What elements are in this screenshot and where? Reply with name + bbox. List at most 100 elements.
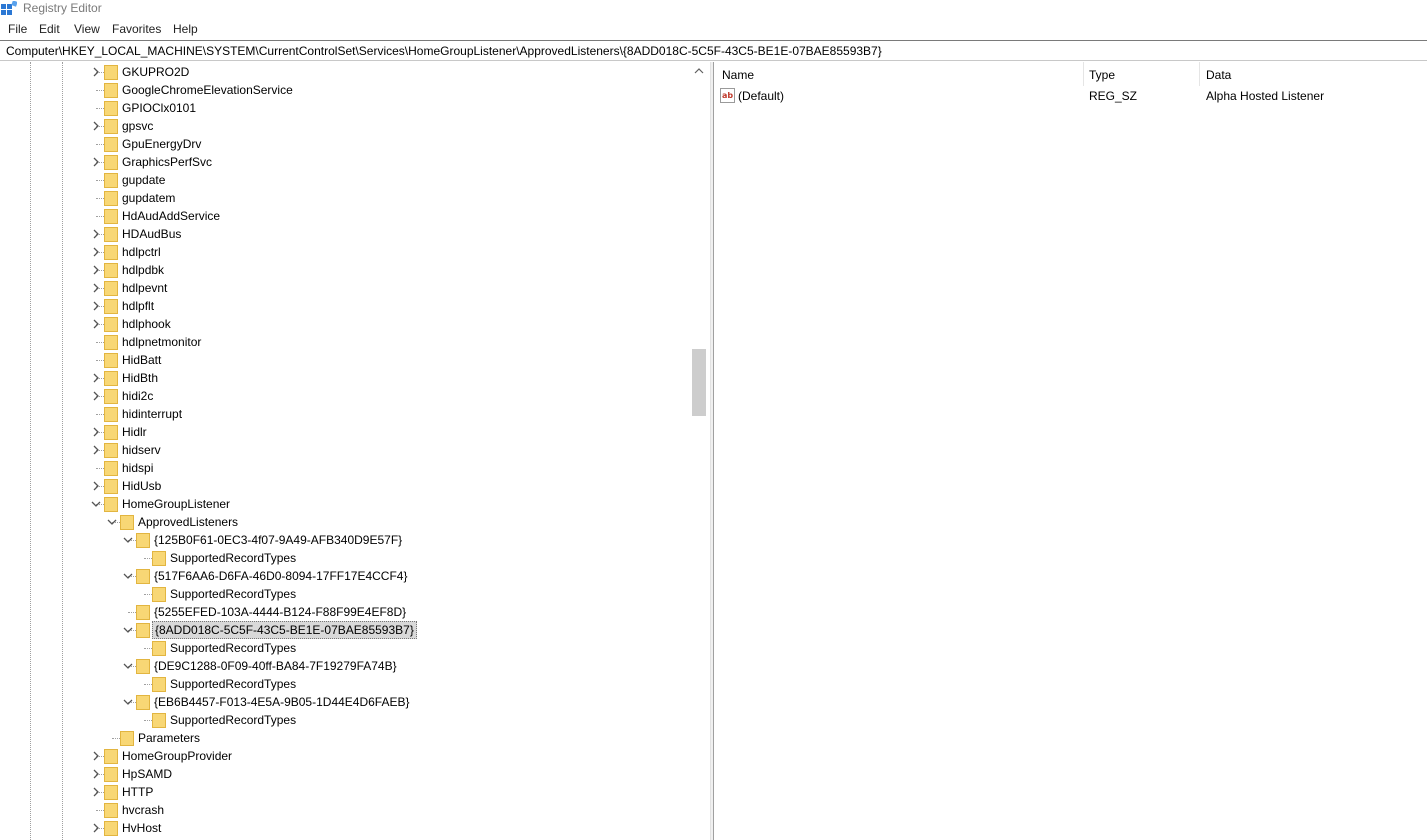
tree-node-label[interactable]: hvcrash [120, 803, 166, 817]
menu-edit[interactable]: Edit [39, 22, 60, 36]
tree-node-label[interactable]: HomeGroupListener [120, 497, 232, 511]
chevron-right-icon[interactable] [90, 300, 102, 312]
tree-node-label[interactable]: GoogleChromeElevationService [120, 83, 295, 97]
tree-node-label[interactable]: Hidlr [120, 425, 149, 439]
tree-node[interactable]: hdlpdbk [0, 261, 690, 279]
tree-node[interactable]: HpSAMD [0, 765, 690, 783]
tree-node[interactable]: Parameters [0, 729, 690, 747]
chevron-right-icon[interactable] [90, 246, 102, 258]
tree-node-label[interactable]: ApprovedListeners [136, 515, 240, 529]
chevron-right-icon[interactable] [90, 390, 102, 402]
chevron-right-icon[interactable] [90, 480, 102, 492]
tree-node[interactable]: HidBatt [0, 351, 690, 369]
tree-node-label[interactable]: hidinterrupt [120, 407, 184, 421]
tree-node-label[interactable]: HvHost [120, 821, 163, 835]
menu-view[interactable]: View [74, 22, 100, 36]
tree-node-label[interactable]: {EB6B4457-F013-4E5A-9B05-1D44E4D6FAEB} [152, 695, 412, 709]
tree-node[interactable]: {8ADD018C-5C5F-43C5-BE1E-07BAE85593B7} [0, 621, 690, 639]
tree-node[interactable]: GoogleChromeElevationService [0, 81, 690, 99]
tree-node[interactable]: hidspi [0, 459, 690, 477]
chevron-right-icon[interactable] [90, 426, 102, 438]
tree-node[interactable]: HdAudAddService [0, 207, 690, 225]
values-list[interactable]: Name Type Data ab (Default) REG_SZ Alpha… [714, 62, 1427, 840]
chevron-down-icon[interactable] [122, 624, 134, 636]
tree-node[interactable]: gpsvc [0, 117, 690, 135]
tree-node[interactable]: HidBth [0, 369, 690, 387]
tree-node[interactable]: HvHost [0, 819, 690, 837]
tree-node[interactable]: HomeGroupListener [0, 495, 690, 513]
column-header-data[interactable]: Data [1198, 62, 1427, 86]
chevron-right-icon[interactable] [90, 372, 102, 384]
tree-node-label[interactable]: HidBatt [120, 353, 163, 367]
tree-node-label[interactable]: hidi2c [120, 389, 155, 403]
chevron-right-icon[interactable] [90, 120, 102, 132]
address-path[interactable]: Computer\HKEY_LOCAL_MACHINE\SYSTEM\Curre… [6, 44, 882, 58]
chevron-right-icon[interactable] [90, 264, 102, 276]
tree-node-label[interactable]: GraphicsPerfSvc [120, 155, 214, 169]
tree-node-label[interactable]: {125B0F61-0EC3-4f07-9A49-AFB340D9E57F} [152, 533, 404, 547]
tree-node-label[interactable]: gpsvc [120, 119, 155, 133]
tree-node-label[interactable]: SupportedRecordTypes [168, 551, 298, 565]
scroll-thumb[interactable] [692, 349, 706, 416]
chevron-right-icon[interactable] [90, 282, 102, 294]
tree-node-label[interactable]: HTTP [120, 785, 155, 799]
tree-node-label[interactable]: GPIOClx0101 [120, 101, 198, 115]
tree-node[interactable]: HDAudBus [0, 225, 690, 243]
tree-node[interactable]: SupportedRecordTypes [0, 711, 690, 729]
tree-node[interactable]: hidinterrupt [0, 405, 690, 423]
chevron-right-icon[interactable] [90, 156, 102, 168]
value-row[interactable]: ab (Default) REG_SZ Alpha Hosted Listene… [714, 87, 1427, 105]
tree-node[interactable]: ApprovedListeners [0, 513, 690, 531]
tree-node-label[interactable]: hdlpdbk [120, 263, 166, 277]
tree-node-label[interactable]: gupdate [120, 173, 167, 187]
tree-node-label[interactable]: HomeGroupProvider [120, 749, 234, 763]
tree-node[interactable]: hidserv [0, 441, 690, 459]
tree-node[interactable]: hidi2c [0, 387, 690, 405]
tree-node[interactable]: SupportedRecordTypes [0, 549, 690, 567]
tree-node-label[interactable]: HdAudAddService [120, 209, 222, 223]
tree-node-label[interactable]: GKUPRO2D [120, 65, 191, 79]
menu-favorites[interactable]: Favorites [112, 22, 161, 36]
tree-node[interactable]: gupdatem [0, 189, 690, 207]
tree-node[interactable]: {DE9C1288-0F09-40ff-BA84-7F19279FA74B} [0, 657, 690, 675]
chevron-down-icon[interactable] [122, 696, 134, 708]
chevron-down-icon[interactable] [122, 570, 134, 582]
chevron-right-icon[interactable] [90, 786, 102, 798]
tree-node[interactable]: {517F6AA6-D6FA-46D0-8094-17FF17E4CCF4} [0, 567, 690, 585]
key-tree[interactable]: GKUPRO2D GoogleChromeElevationService GPIO… [0, 62, 710, 840]
chevron-right-icon[interactable] [90, 822, 102, 834]
tree-node[interactable]: SupportedRecordTypes [0, 585, 690, 603]
chevron-right-icon[interactable] [90, 66, 102, 78]
tree-node-label[interactable]: hdlpctrl [120, 245, 163, 259]
menu-help[interactable]: Help [173, 22, 198, 36]
chevron-right-icon[interactable] [90, 750, 102, 762]
chevron-right-icon[interactable] [90, 318, 102, 330]
tree-node[interactable]: {5255EFED-103A-4444-B124-F88F99E4EF8D} [0, 603, 690, 621]
tree-node[interactable]: {EB6B4457-F013-4E5A-9B05-1D44E4D6FAEB} [0, 693, 690, 711]
tree-node-label[interactable]: {517F6AA6-D6FA-46D0-8094-17FF17E4CCF4} [152, 569, 409, 583]
tree-node[interactable]: hdlpflt [0, 297, 690, 315]
tree-node[interactable]: hdlpnetmonitor [0, 333, 690, 351]
tree-node[interactable]: hvcrash [0, 801, 690, 819]
tree-node-label[interactable]: gupdatem [120, 191, 177, 205]
tree-node[interactable]: hdlphook [0, 315, 690, 333]
tree-node-label[interactable]: HpSAMD [120, 767, 174, 781]
tree-node[interactable]: SupportedRecordTypes [0, 675, 690, 693]
chevron-right-icon[interactable] [90, 228, 102, 240]
scroll-up-arrow-icon[interactable] [690, 64, 708, 78]
address-bar[interactable]: Computer\HKEY_LOCAL_MACHINE\SYSTEM\Curre… [0, 40, 1427, 61]
tree-node[interactable]: GPIOClx0101 [0, 99, 690, 117]
tree-node-label[interactable]: HidUsb [120, 479, 163, 493]
tree-node[interactable]: {125B0F61-0EC3-4f07-9A49-AFB340D9E57F} [0, 531, 690, 549]
tree-node[interactable]: GraphicsPerfSvc [0, 153, 690, 171]
tree-node-label[interactable]: hidserv [120, 443, 163, 457]
tree-node-label[interactable]: Parameters [136, 731, 202, 745]
chevron-right-icon[interactable] [90, 768, 102, 780]
tree-node[interactable]: GpuEnergyDrv [0, 135, 690, 153]
tree-node-label[interactable]: hdlpevnt [120, 281, 169, 295]
chevron-down-icon[interactable] [106, 516, 118, 528]
tree-node-label[interactable]: GpuEnergyDrv [120, 137, 203, 151]
chevron-down-icon[interactable] [90, 498, 102, 510]
tree-node[interactable]: SupportedRecordTypes [0, 639, 690, 657]
tree-node[interactable]: HTTP [0, 783, 690, 801]
